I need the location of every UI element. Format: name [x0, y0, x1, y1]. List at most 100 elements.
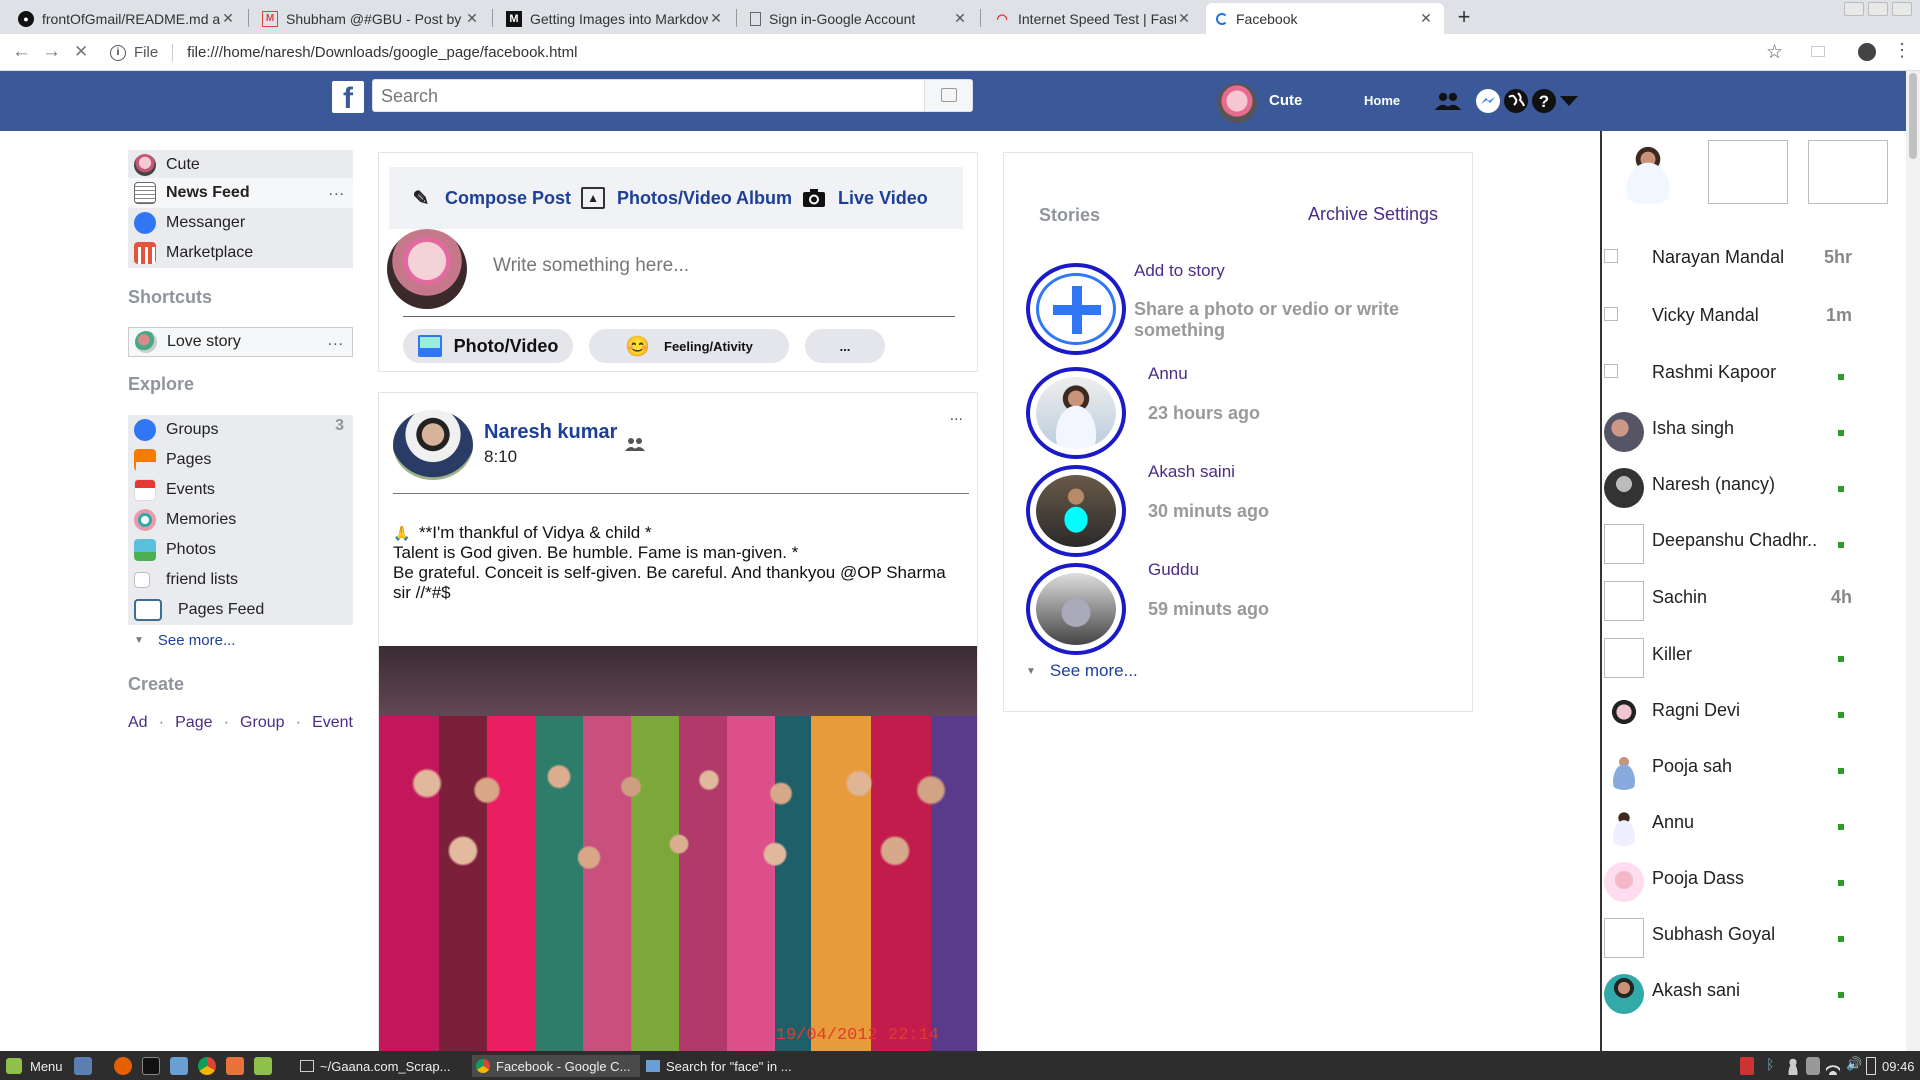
create-page-link[interactable]: Page	[175, 714, 212, 732]
taskbar-window-active[interactable]: Facebook - Google C...	[472, 1055, 640, 1077]
post-timestamp[interactable]: 8:10	[484, 447, 517, 467]
wifi-icon[interactable]	[1826, 1057, 1840, 1075]
post-more-options-icon[interactable]: ...	[950, 407, 963, 425]
battery-icon[interactable]	[1866, 1057, 1876, 1075]
story-name[interactable]: Annu	[1148, 364, 1188, 384]
start-menu-button[interactable]: Menu	[6, 1055, 63, 1077]
clipboard-icon[interactable]	[1806, 1057, 1820, 1075]
sublime-icon[interactable]	[226, 1057, 244, 1075]
story-item[interactable]	[1026, 367, 1126, 459]
browser-tab[interactable]: ● frontOfGmail/README.md at m ✕	[8, 3, 246, 34]
show-desktop-icon[interactable]	[74, 1057, 92, 1075]
sidebar-item-groups[interactable]: Groups 3	[128, 415, 353, 445]
shield-icon[interactable]	[1740, 1057, 1754, 1075]
sidebar-item-photos[interactable]: Photos	[128, 535, 353, 565]
header-avatar[interactable]	[1217, 83, 1257, 123]
sidebar-item-pages[interactable]: Pages	[128, 445, 353, 475]
create-ad-link[interactable]: Ad	[128, 714, 148, 732]
forward-arrow-icon[interactable]: →	[42, 41, 61, 63]
contact-item[interactable]: Sachin 4h	[1602, 575, 1852, 621]
close-icon[interactable]: ✕	[1176, 10, 1192, 27]
header-user-name[interactable]: Cute	[1269, 92, 1302, 109]
close-icon[interactable]: ✕	[952, 10, 968, 27]
browser-tab-active[interactable]: Facebook ✕	[1206, 3, 1444, 34]
globe-notifications-icon[interactable]	[1502, 87, 1530, 115]
broken-image-thumbnail[interactable]	[1708, 140, 1788, 204]
contact-item[interactable]: Subhash Goyal	[1602, 912, 1852, 958]
url-field[interactable]: i File file:///home/naresh/Downloads/goo…	[110, 38, 1790, 67]
extension-icon[interactable]	[1811, 46, 1825, 57]
broken-image-thumbnail[interactable]	[1808, 140, 1888, 204]
bookmark-star-icon[interactable]: ☆	[1766, 41, 1783, 64]
contact-item[interactable]: Isha singh	[1602, 406, 1852, 452]
contact-item[interactable]: Naresh (nancy)	[1602, 462, 1852, 508]
see-more-link[interactable]: ▼ See more...	[128, 625, 353, 655]
contact-item[interactable]: Ragni Devi	[1602, 688, 1852, 734]
folder-icon[interactable]	[170, 1057, 188, 1075]
sidebar-item-friend-lists[interactable]: friend lists	[128, 565, 353, 595]
info-icon[interactable]: i	[110, 44, 126, 61]
more-options-icon[interactable]: ...	[328, 332, 344, 350]
sidebar-item-pages-feed[interactable]: Pages Feed	[128, 595, 353, 625]
shortcut-love-story[interactable]: Love story ...	[128, 327, 353, 357]
browser-menu-icon[interactable]: ⋮	[1893, 40, 1911, 61]
contact-item[interactable]: Pooja sah	[1602, 744, 1852, 790]
page-scrollbar[interactable]	[1906, 71, 1920, 1051]
browser-tab[interactable]: ◠ Internet Speed Test | Fast.com ✕	[984, 3, 1202, 34]
friend-requests-icon[interactable]	[1434, 87, 1462, 115]
sidebar-item-events[interactable]: Events	[128, 475, 353, 505]
contact-item[interactable]: Deepanshu Chadhr..	[1602, 518, 1852, 564]
account-dropdown-icon[interactable]	[1555, 87, 1583, 115]
composer-input[interactable]: Write something here...	[493, 255, 689, 277]
story-thumbnail[interactable]	[1608, 140, 1688, 204]
contact-item[interactable]: Pooja Dass	[1602, 856, 1852, 902]
story-item[interactable]	[1026, 563, 1126, 655]
maximize-button[interactable]	[1868, 2, 1888, 16]
contact-item[interactable]: Vicky Mandal 1m	[1602, 293, 1852, 339]
firefox-icon[interactable]	[114, 1057, 132, 1075]
story-name[interactable]: Akash saini	[1148, 462, 1235, 482]
photo-album-tab[interactable]: ▲ Photos/Video Album	[581, 187, 792, 209]
user-icon[interactable]	[1786, 1057, 1800, 1075]
sidebar-item-memories[interactable]: Memories	[128, 505, 353, 535]
post-author-avatar[interactable]	[393, 410, 473, 480]
search-button[interactable]	[924, 80, 972, 111]
compose-post-tab[interactable]: ✎ Compose Post	[409, 187, 571, 210]
back-arrow-icon[interactable]: ←	[12, 41, 31, 63]
more-button[interactable]: ...	[805, 329, 885, 363]
archive-settings-link[interactable]: Archive Settings	[1308, 204, 1438, 225]
close-icon[interactable]: ✕	[1418, 10, 1434, 27]
clock[interactable]: 09:46	[1882, 1055, 1915, 1077]
browser-tab[interactable]: M Getting Images into Markdown ✕	[496, 3, 734, 34]
live-video-tab[interactable]: Live Video	[802, 187, 928, 209]
search-input[interactable]	[381, 84, 881, 108]
scrollbar-thumb[interactable]	[1909, 73, 1917, 159]
stop-loading-icon[interactable]: ✕	[74, 42, 88, 62]
terminal-icon[interactable]	[142, 1057, 160, 1075]
photo-video-button[interactable]: Photo/Video	[403, 329, 573, 363]
stories-see-more-link[interactable]: ▼ See more...	[1026, 661, 1138, 681]
contact-item[interactable]: Annu	[1602, 800, 1852, 846]
volume-icon[interactable]: 🔊	[1846, 1056, 1862, 1074]
more-options-icon[interactable]: ...	[329, 182, 345, 200]
create-group-link[interactable]: Group	[240, 714, 284, 732]
home-link[interactable]: Home	[1364, 93, 1400, 108]
new-tab-button[interactable]: +	[1451, 5, 1477, 31]
story-item[interactable]	[1026, 465, 1126, 557]
story-name[interactable]: Guddu	[1148, 560, 1199, 580]
sidebar-item-news-feed[interactable]: News Feed ...	[128, 178, 353, 208]
create-event-link[interactable]: Event	[312, 714, 353, 732]
browser-tab[interactable]: Sign in-Google Account ✕	[740, 3, 978, 34]
add-story-button[interactable]	[1026, 263, 1126, 355]
messenger-icon[interactable]	[1474, 87, 1502, 115]
contact-item[interactable]: Akash sani	[1602, 968, 1852, 1014]
close-icon[interactable]: ✕	[220, 10, 236, 27]
close-window-button[interactable]	[1892, 2, 1912, 16]
sidebar-item-messenger[interactable]: Messanger	[128, 208, 353, 238]
composer-avatar[interactable]	[387, 229, 467, 309]
app-icon[interactable]	[254, 1057, 272, 1075]
minimize-button[interactable]	[1844, 2, 1864, 16]
post-author-name[interactable]: Naresh kumar	[484, 421, 617, 444]
chrome-icon[interactable]	[198, 1057, 216, 1075]
profile-icon[interactable]	[1858, 43, 1876, 61]
